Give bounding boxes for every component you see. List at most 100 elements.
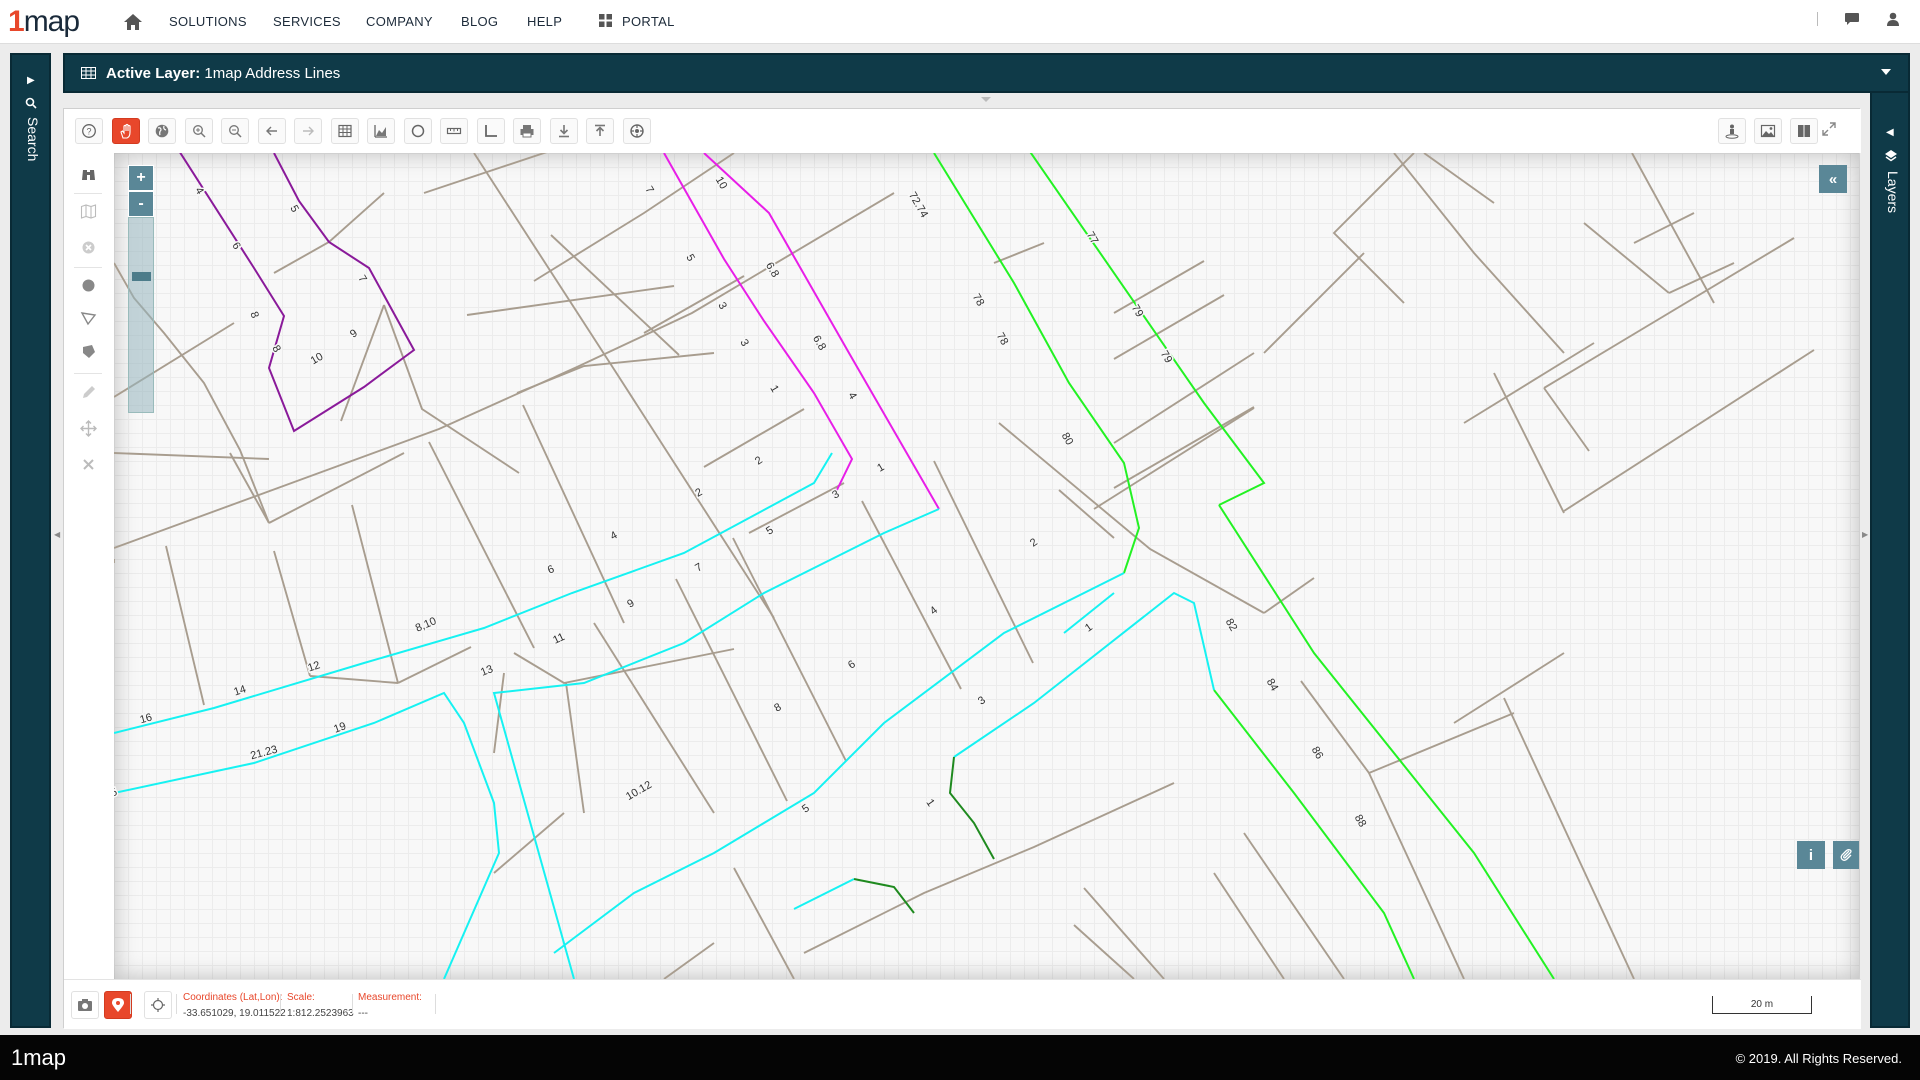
locate-me-button[interactable] [144, 991, 172, 1019]
map-frame: ? 4 6 8 8 10 9 7 5 7 5 3 3 1 10 6.8 6.8 … [63, 108, 1861, 1029]
top-navigation: 1 map SOLUTIONS SERVICES COMPANY BLOG HE… [0, 0, 1920, 44]
nav-portal[interactable]: PORTAL [622, 14, 675, 29]
expand-arrow-icon[interactable]: ▶ [27, 75, 35, 86]
screenshot-button[interactable] [71, 991, 99, 1019]
footer-logo[interactable]: 1map [11, 1045, 66, 1071]
info-button[interactable]: i [1797, 841, 1825, 869]
zoom-slider-handle[interactable] [132, 272, 151, 281]
pan-button[interactable] [112, 118, 140, 144]
draw-polygon-button[interactable] [75, 305, 101, 331]
portal-grid-icon[interactable] [599, 14, 612, 27]
panel-toggle-icon[interactable] [980, 96, 992, 104]
address-number-label: 6.8 [763, 260, 781, 279]
circle-select-button[interactable] [404, 118, 432, 144]
delete-button[interactable] [75, 451, 101, 477]
chart-icon [374, 125, 387, 138]
layers-panel[interactable]: ◀ Layers [1870, 53, 1910, 1028]
print-button[interactable] [513, 118, 541, 144]
zoom-slider[interactable] [128, 217, 154, 413]
download-button[interactable] [550, 118, 578, 144]
attach-button[interactable] [1833, 841, 1859, 869]
back-button[interactable] [258, 118, 286, 144]
find-button[interactable] [75, 161, 101, 187]
drawing-tools [64, 153, 114, 979]
settings-button[interactable] [623, 118, 651, 144]
address-number-label: 8 [247, 310, 260, 320]
address-number-label: 2 [753, 454, 765, 467]
split-view-button[interactable] [1790, 118, 1818, 144]
user-icon[interactable] [1886, 12, 1900, 26]
map-pin-icon [112, 998, 124, 1012]
address-number-label: 78 [994, 331, 1011, 348]
fullscreen-button[interactable] [1821, 121, 1843, 141]
pan-hand-icon [120, 123, 131, 139]
active-layer-title: Active Layer: 1map Address Lines [106, 65, 340, 82]
active-layer-bar[interactable]: Active Layer: 1map Address Lines [63, 53, 1910, 93]
crosshair-icon [151, 998, 165, 1012]
collapse-legend-button[interactable]: « [1819, 165, 1847, 193]
angle-measure-icon [485, 125, 497, 137]
right-collapse-handle[interactable]: ▶ [1862, 530, 1868, 550]
table-button[interactable] [331, 118, 359, 144]
nav-blog[interactable]: BLOG [461, 14, 498, 29]
collapse-arrow-icon[interactable]: ◀ [1886, 127, 1894, 138]
ruler-button[interactable] [440, 118, 468, 144]
search-icon [25, 97, 37, 109]
map-sheet-button[interactable] [75, 198, 101, 224]
address-number-label: 9 [348, 327, 360, 340]
help-icon: ? [82, 124, 96, 138]
address-number-label: 4 [928, 604, 940, 617]
address-number-label: 86 [1309, 745, 1326, 762]
copyright-text: © 2019. All Rights Reserved. [1735, 1051, 1902, 1066]
address-number-label: 3 [976, 694, 988, 707]
download-icon [559, 125, 569, 138]
globe-button[interactable] [148, 118, 176, 144]
upload-button[interactable] [586, 118, 614, 144]
zoom-out-control[interactable]: - [128, 191, 154, 217]
angle-measure-button[interactable] [477, 118, 505, 144]
nav-help[interactable]: HELP [527, 14, 562, 29]
forward-button[interactable] [294, 118, 322, 144]
home-icon[interactable] [123, 13, 143, 31]
clear-selection-button[interactable] [75, 234, 101, 260]
settings-icon [630, 124, 644, 138]
select-polygon-button[interactable] [75, 338, 101, 364]
left-collapse-handle[interactable]: ◀ [54, 530, 60, 550]
map-canvas[interactable]: 4 6 8 8 10 9 7 5 7 5 3 3 1 10 6.8 6.8 4 72.74 78 78 80 77 79 79… [114, 153, 1859, 979]
scale-label: Scale: [287, 992, 315, 1003]
zoom-in-control[interactable]: + [128, 165, 154, 191]
address-number-label: 1 [1083, 621, 1095, 634]
zoom-out-button[interactable] [221, 118, 249, 144]
binoculars-icon [81, 169, 95, 180]
address-number-label: 5 [287, 203, 300, 214]
table-grid-icon [81, 67, 96, 79]
forward-arrow-icon [303, 126, 314, 136]
back-arrow-icon [266, 126, 277, 136]
move-icon [79, 419, 97, 437]
draw-circle-button[interactable] [75, 272, 101, 298]
search-panel[interactable]: ▶ Search [10, 53, 51, 1028]
chat-icon[interactable] [1844, 12, 1860, 26]
address-number-label: 5 [800, 802, 812, 815]
chart-button[interactable] [367, 118, 395, 144]
address-number-label: 4 [192, 185, 205, 196]
location-button[interactable] [104, 991, 132, 1019]
nav-services[interactable]: SERVICES [273, 14, 341, 29]
header-separator [1817, 12, 1818, 26]
nav-company[interactable]: COMPANY [366, 14, 433, 29]
street-view-button[interactable] [1718, 118, 1746, 144]
address-number-label: 1 [875, 461, 886, 474]
edit-button[interactable] [75, 379, 101, 405]
address-number-label: 3 [715, 300, 728, 311]
image-export-button[interactable] [1754, 118, 1782, 144]
nav-solutions[interactable]: SOLUTIONS [169, 14, 247, 29]
address-number-label: 7 [642, 184, 655, 195]
address-number-label: 8 [772, 701, 783, 714]
move-button[interactable] [75, 415, 101, 441]
chevron-down-icon[interactable] [1880, 67, 1892, 77]
address-number-label: 2 [693, 486, 704, 499]
zoom-in-button[interactable] [185, 118, 213, 144]
help-button[interactable]: ? [75, 118, 103, 144]
green-address-line [933, 153, 1555, 979]
brand-logo[interactable]: 1 map [8, 5, 80, 38]
